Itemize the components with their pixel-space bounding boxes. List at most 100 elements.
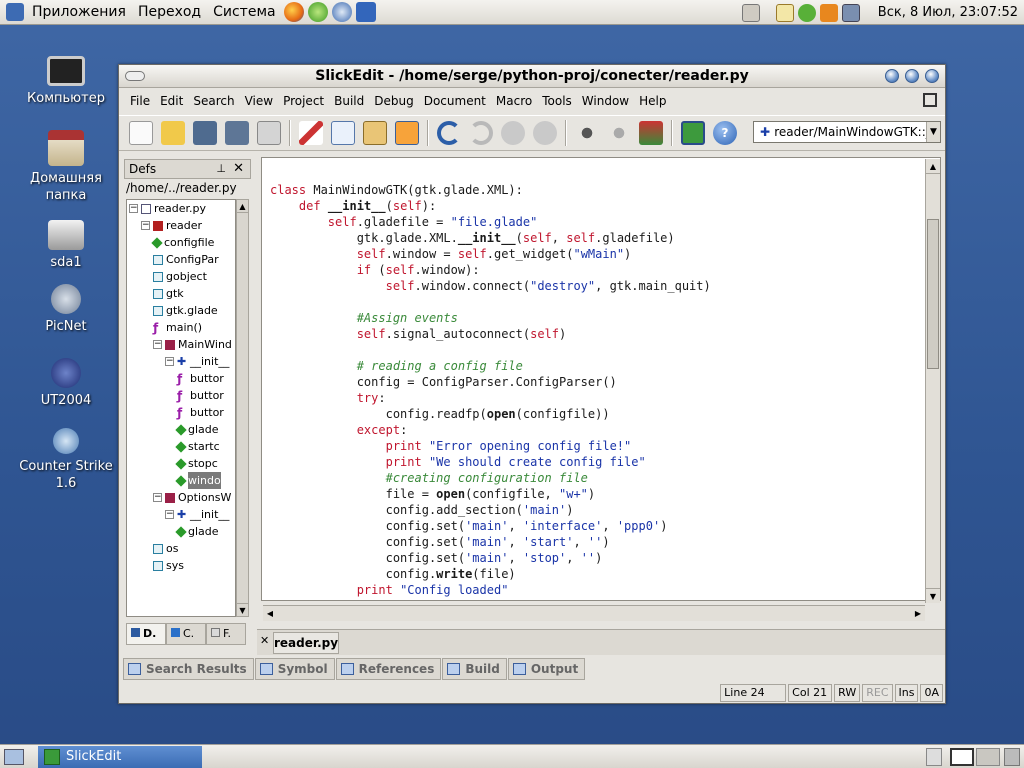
tree-item[interactable]: glade <box>175 523 219 540</box>
maximize-button[interactable] <box>905 69 919 83</box>
code-line[interactable]: self.signal_autoconnect(self) <box>270 326 711 342</box>
play-icon[interactable] <box>797 3 816 22</box>
tree-item[interactable]: ƒ main() <box>153 319 202 336</box>
menu-debug[interactable]: Debug <box>369 94 418 108</box>
paste-icon[interactable] <box>363 121 387 145</box>
close-icon[interactable]: ✕ <box>233 161 244 176</box>
code-line[interactable]: # reading a config file <box>270 358 711 374</box>
help-icon[interactable]: ? <box>713 121 737 145</box>
tree-item[interactable]: − reader.py <box>129 200 206 217</box>
minimize-button[interactable] <box>885 69 899 83</box>
show-desktop-icon[interactable] <box>4 749 24 765</box>
uo-icon[interactable] <box>355 2 376 22</box>
window-menu-button[interactable] <box>125 71 145 81</box>
menu-view[interactable]: View <box>240 94 278 108</box>
forward-icon[interactable] <box>533 121 557 145</box>
restore-mdi-icon[interactable] <box>923 93 937 107</box>
code-line[interactable]: config.add_section('main') <box>270 502 711 518</box>
desktop-icon-picnet[interactable]: PicNet <box>11 284 121 335</box>
find-next-icon[interactable] <box>607 121 631 145</box>
tree-item[interactable]: − ✚ __init__ <box>165 506 229 523</box>
media-player-icon[interactable] <box>307 2 328 22</box>
foot-menu-icon[interactable] <box>6 3 24 21</box>
scroll-right-icon[interactable]: ▶ <box>911 606 925 621</box>
menu-macro[interactable]: Macro <box>491 94 537 108</box>
code-line[interactable]: config.write(file) <box>270 566 711 582</box>
code-line[interactable]: #Assign events <box>270 310 711 326</box>
taskbar-slickedit[interactable]: SlickEdit <box>38 746 202 768</box>
select-icon[interactable] <box>395 121 419 145</box>
tree-item[interactable]: gobject <box>153 268 207 285</box>
menu-document[interactable]: Document <box>419 94 491 108</box>
editor-vertical-scrollbar[interactable]: ▲ ▼ <box>925 159 940 603</box>
code-line[interactable]: if (self.window): <box>270 262 711 278</box>
tree-item[interactable]: − ✚ __init__ <box>165 353 229 370</box>
desktop-icon-computer[interactable]: Компьютер <box>11 56 121 107</box>
code-line[interactable]: print "We should create config file" <box>270 454 711 470</box>
pin-icon[interactable]: ⊥ <box>216 162 226 175</box>
tree-item[interactable]: os <box>153 540 178 557</box>
menu-build[interactable]: Build <box>329 94 369 108</box>
tab-output[interactable]: Output <box>507 658 586 680</box>
desktop-icon-home[interactable]: Домашняя папка <box>11 130 121 204</box>
expander-icon[interactable]: − <box>165 357 174 366</box>
expander-icon[interactable]: − <box>141 221 150 230</box>
tree-item[interactable]: glade <box>175 421 219 438</box>
undo-icon[interactable] <box>437 121 461 145</box>
file-tab-reader[interactable]: reader.py <box>273 632 339 654</box>
context-combo[interactable]: ✚ reader/MainWindowGTK::__ ▼ <box>753 121 941 143</box>
tree-item[interactable]: ƒ buttor <box>177 404 224 421</box>
code-line[interactable]: config = ConfigParser.ConfigParser() <box>270 374 711 390</box>
tab-files[interactable]: F. <box>206 623 246 645</box>
copy-icon[interactable] <box>331 121 355 145</box>
code-line[interactable]: file = open(configfile, "w+") <box>270 486 711 502</box>
tab-defs[interactable]: D. <box>126 623 166 645</box>
defs-tree[interactable]: − reader.py − reader configfile ConfigPar gobj… <box>126 199 236 617</box>
desktop-icon-sda1[interactable]: sda1 <box>11 220 121 271</box>
code-line[interactable]: except: <box>270 422 711 438</box>
menu-help[interactable]: Help <box>634 94 671 108</box>
status-ins[interactable]: Ins <box>894 684 919 702</box>
tree-item[interactable]: stopc <box>175 455 218 472</box>
status-rec[interactable]: REC <box>862 684 893 702</box>
system-menu[interactable]: Система <box>207 4 281 20</box>
applications-menu[interactable]: Приложения <box>26 4 132 20</box>
firefox-icon[interactable] <box>283 2 304 22</box>
chevron-down-icon[interactable]: ▼ <box>926 122 940 142</box>
tab-references[interactable]: References <box>335 658 442 680</box>
places-menu[interactable]: Переход <box>132 4 207 20</box>
menu-tools[interactable]: Tools <box>537 94 577 108</box>
code-line[interactable]: print "Error opening config file!" <box>270 438 711 454</box>
network-icon[interactable] <box>841 3 860 22</box>
redo-icon[interactable] <box>469 121 493 145</box>
desktop-icon-counter-strike[interactable]: Counter Strike 1.6 <box>11 428 121 492</box>
menu-project[interactable]: Project <box>278 94 329 108</box>
fullscreen-icon[interactable] <box>681 121 705 145</box>
menu-search[interactable]: Search <box>188 94 239 108</box>
code-line[interactable]: config.set('main', 'start', '') <box>270 534 711 550</box>
expander-icon[interactable]: − <box>153 493 162 502</box>
code-line[interactable]: gtk.glade.XML.__init__(self, self.gladef… <box>270 230 711 246</box>
tree-item[interactable]: gtk.glade <box>153 302 218 319</box>
menu-window[interactable]: Window <box>577 94 634 108</box>
tree-item[interactable]: ƒ buttor <box>177 387 224 404</box>
tab-search-results[interactable]: Search Results <box>123 658 254 680</box>
update-icon[interactable] <box>819 3 838 22</box>
code-line[interactable]: self.window = self.get_widget("wMain") <box>270 246 711 262</box>
editor-horizontal-scrollbar[interactable]: ◀ ▶ <box>263 605 925 621</box>
code-line[interactable]: print "Config loaded" <box>270 582 711 598</box>
scroll-thumb[interactable] <box>927 219 939 369</box>
code-line[interactable]: def __init__(self): <box>270 198 711 214</box>
code-line[interactable]: config.set('main', 'interface', 'ppp0') <box>270 518 711 534</box>
workspace-1[interactable] <box>950 748 974 766</box>
status-col[interactable]: Col 21 <box>788 684 833 702</box>
code-line[interactable]: config.set('main', 'stop', '') <box>270 550 711 566</box>
tree-item[interactable]: sys <box>153 557 184 574</box>
workspace-2[interactable] <box>976 748 1000 766</box>
tree-item[interactable]: ConfigPar <box>153 251 219 268</box>
replace-icon[interactable] <box>639 121 663 145</box>
code-line[interactable]: #creating configuration file <box>270 470 711 486</box>
scroll-up-icon[interactable]: ▲ <box>237 200 248 213</box>
expander-icon[interactable]: − <box>129 204 138 213</box>
tree-scrollbar[interactable]: ▲ ▼ <box>236 199 249 617</box>
